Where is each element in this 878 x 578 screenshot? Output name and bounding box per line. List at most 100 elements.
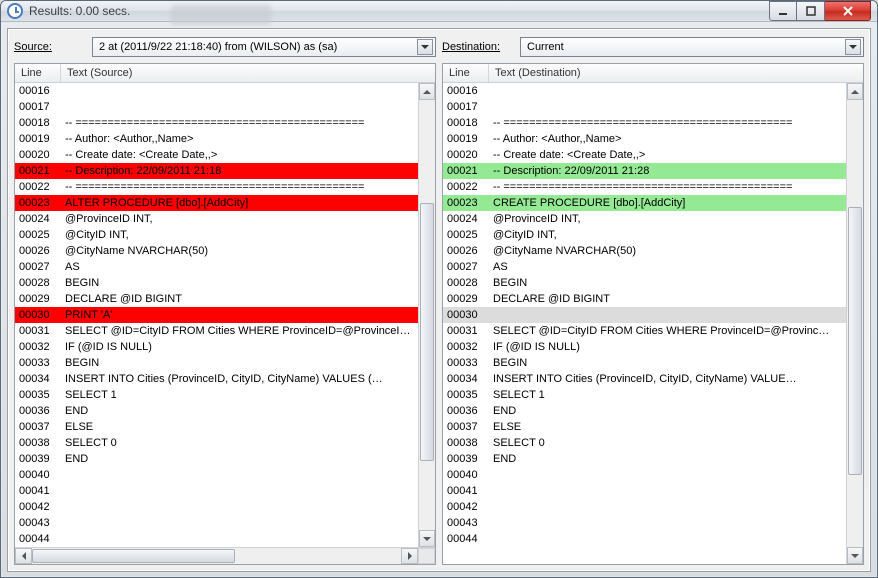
titlebar[interactable]: Results: 0.00 secs. [1,1,877,22]
column-header-text-destination[interactable]: Text (Destination) [489,64,863,82]
code-row[interactable]: 00017 [443,99,846,115]
source-vscrollbar[interactable] [418,83,435,547]
code-row[interactable]: 00039END [443,451,846,467]
code-row[interactable]: 00044 [443,531,846,547]
code-row[interactable]: 00018-- ================================… [15,115,418,131]
code-row[interactable]: 00044 [15,531,418,547]
code-row[interactable]: 00022-- ================================… [15,179,418,195]
line-number: 00022 [15,179,61,195]
code-row[interactable]: 00039END [15,451,418,467]
scroll-up-button[interactable] [847,83,863,100]
code-row[interactable]: 00027AS [15,259,418,275]
code-row[interactable]: 00024 @ProvinceID INT, [443,211,846,227]
column-header-line[interactable]: Line [443,64,489,82]
code-row[interactable]: 00042 [443,499,846,515]
code-row[interactable]: 00037 ELSE [15,419,418,435]
code-row[interactable]: 00035 SELECT 1 [15,387,418,403]
code-row[interactable]: 00038 SELECT 0 [443,435,846,451]
chevron-down-icon[interactable] [845,39,861,55]
code-row[interactable]: 00041 [15,483,418,499]
code-row[interactable]: 00026 @CityName NVARCHAR(50) [15,243,418,259]
code-row[interactable]: 00032 IF (@ID IS NULL) [443,339,846,355]
minimize-button[interactable] [769,1,797,21]
line-text: -- =====================================… [61,179,418,195]
scroll-left-button[interactable] [15,548,32,564]
column-header-text-source[interactable]: Text (Source) [61,64,435,82]
code-row[interactable]: 00017 [15,99,418,115]
code-row[interactable]: 00030 [443,307,846,323]
source-rows[interactable]: 000160001700018-- ======================… [15,83,418,547]
code-row[interactable]: 00034 INSERT INTO Cities (ProvinceID, Ci… [443,371,846,387]
code-row[interactable]: 00034 INSERT INTO Cities (ProvinceID, Ci… [15,371,418,387]
code-row[interactable]: 00037 ELSE [443,419,846,435]
scroll-thumb[interactable] [32,549,235,563]
code-row[interactable]: 00021-- Description: 22/09/2011 21:28 [443,163,846,179]
close-button[interactable] [825,1,871,21]
source-hscrollbar[interactable] [15,547,435,564]
code-row[interactable]: 00025 @CityID INT, [443,227,846,243]
code-row[interactable]: 00031 SELECT @ID=CityID FROM Cities WHER… [15,323,418,339]
code-row[interactable]: 00041 [443,483,846,499]
column-header-line[interactable]: Line [15,64,61,82]
code-row[interactable]: 00024 @ProvinceID INT, [15,211,418,227]
code-row[interactable]: 00040 [15,467,418,483]
code-row[interactable]: 00020-- Create date: <Create Date,,> [15,147,418,163]
code-row[interactable]: 00038 SELECT 0 [15,435,418,451]
scroll-track[interactable] [847,100,863,547]
line-text: END [61,451,418,467]
scroll-track[interactable] [419,100,435,530]
code-row[interactable]: 00023ALTER PROCEDURE [dbo].[AddCity] [15,195,418,211]
window-buttons [769,1,871,21]
code-row[interactable]: 00016 [443,83,846,99]
code-row[interactable]: 00043 [15,515,418,531]
code-row[interactable]: 00043 [443,515,846,531]
scroll-down-button[interactable] [847,547,863,564]
line-number: 00020 [15,147,61,163]
code-row[interactable]: 00022-- ================================… [443,179,846,195]
scroll-down-button[interactable] [419,530,435,547]
line-text: SELECT 1 [489,387,846,403]
line-number: 00029 [15,291,61,307]
code-row[interactable]: 00019-- Author: <Author,,Name> [443,131,846,147]
code-row[interactable]: 00042 [15,499,418,515]
code-row[interactable]: 00030 PRINT 'A' [15,307,418,323]
scroll-thumb[interactable] [420,203,434,461]
line-text: @ProvinceID INT, [61,211,418,227]
chevron-down-icon[interactable] [417,39,433,55]
code-row[interactable]: 00020-- Create date: <Create Date,,> [443,147,846,163]
line-number: 00020 [443,147,489,163]
code-row[interactable]: 00021-- Description: 22/09/2011 21:18 [15,163,418,179]
line-number: 00039 [443,451,489,467]
code-row[interactable]: 00025 @CityID INT, [15,227,418,243]
code-row[interactable]: 00027AS [443,259,846,275]
code-row[interactable]: 00018-- ================================… [443,115,846,131]
code-row[interactable]: 00029 DECLARE @ID BIGINT [443,291,846,307]
destination-rows[interactable]: 000160001700018-- ======================… [443,83,846,564]
code-row[interactable]: 00033 BEGIN [443,355,846,371]
scroll-up-button[interactable] [419,83,435,100]
line-number: 00026 [15,243,61,259]
code-row[interactable]: 00029 DECLARE @ID BIGINT [15,291,418,307]
code-row[interactable]: 00016 [15,83,418,99]
code-row[interactable]: 00019-- Author: <Author,,Name> [15,131,418,147]
code-row[interactable]: 00026 @CityName NVARCHAR(50) [443,243,846,259]
code-row[interactable]: 00035 SELECT 1 [443,387,846,403]
line-number: 00021 [15,163,61,179]
destination-dropdown[interactable]: Current [520,37,864,57]
destination-vscrollbar[interactable] [846,83,863,564]
code-row[interactable]: 00036 END [15,403,418,419]
code-row[interactable]: 00032 IF (@ID IS NULL) [15,339,418,355]
code-row[interactable]: 00031 SELECT @ID=CityID FROM Cities WHER… [443,323,846,339]
clock-icon [7,3,23,19]
source-dropdown[interactable]: 2 at (2011/9/22 21:18:40) from (WILSON) … [92,37,436,57]
code-row[interactable]: 00028BEGIN [443,275,846,291]
scroll-track[interactable] [32,548,401,564]
code-row[interactable]: 00033 BEGIN [15,355,418,371]
code-row[interactable]: 00028BEGIN [15,275,418,291]
scroll-thumb[interactable] [848,207,862,475]
maximize-button[interactable] [797,1,825,21]
scroll-right-button[interactable] [401,548,418,564]
code-row[interactable]: 00036 END [443,403,846,419]
code-row[interactable]: 00040 [443,467,846,483]
code-row[interactable]: 00023CREATE PROCEDURE [dbo].[AddCity] [443,195,846,211]
